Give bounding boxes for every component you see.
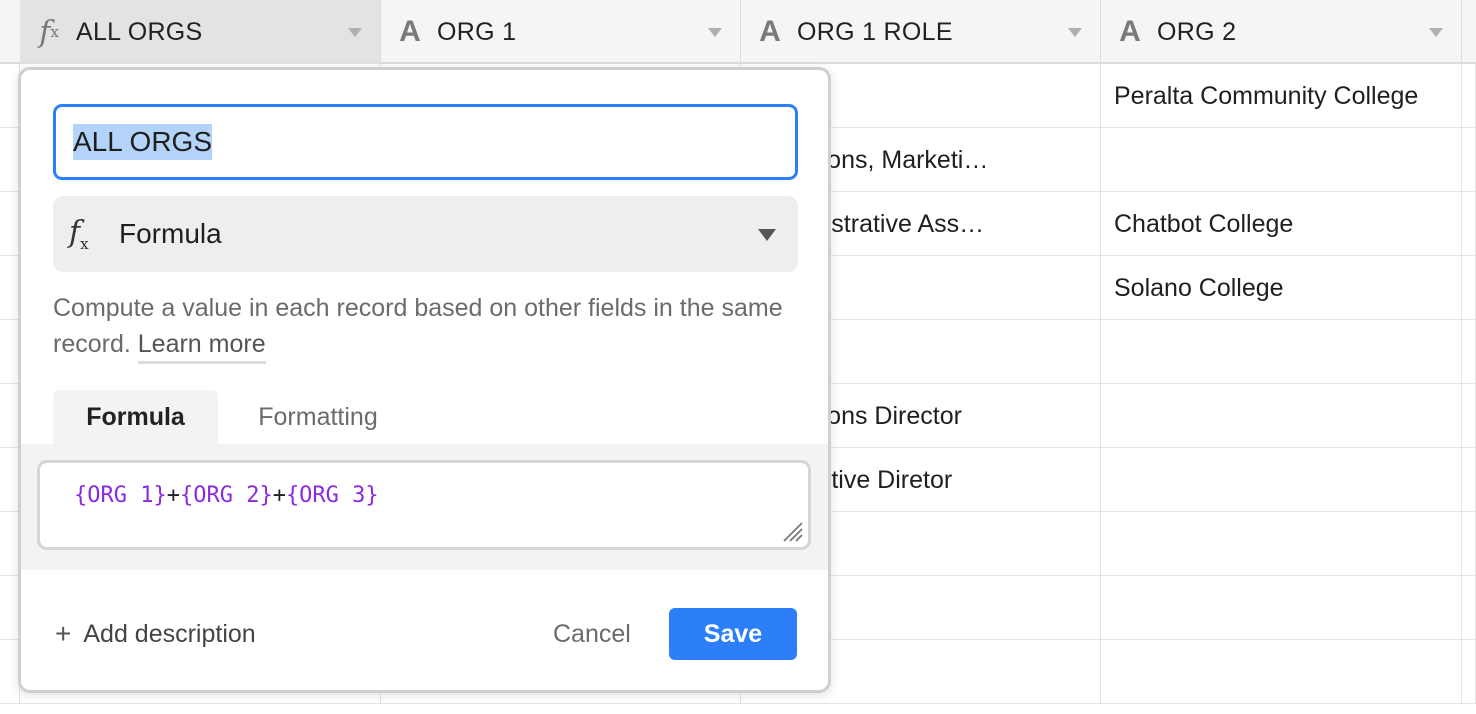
column-header-org-1[interactable]: A ORG 1 [381,0,741,64]
field-type-label: Formula [119,218,222,249]
grid-header-row: fx ALL ORGS A ORG 1 A ORG 1 ROLE A ORG 2 [0,0,1476,64]
save-button[interactable]: Save [669,608,797,660]
table-cell[interactable] [1462,128,1476,192]
formula-editor-panel: {ORG 1}+{ORG 2}+{ORG 3} [21,444,828,570]
column-header-label: ORG 1 [437,17,517,46]
airtable-grid-view: fx ALL ORGS A ORG 1 A ORG 1 ROLE A ORG 2… [0,0,1476,714]
cell-text: Solano College [1114,273,1284,302]
column-header-label: ORG 2 [1157,17,1237,46]
table-cell[interactable] [1462,64,1476,128]
table-cell[interactable] [1101,320,1462,384]
table-cell[interactable]: Chatbot College [1101,192,1462,256]
table-cell[interactable] [1462,640,1476,704]
table-cell[interactable] [1101,128,1462,192]
table-cell[interactable]: Solano College [1101,256,1462,320]
add-description-label: Add description [83,619,256,648]
field-name-value: ALL ORGS [73,124,213,160]
column-header-label: ORG 1 ROLE [797,17,953,46]
cell-text: Peralta Community College [1114,81,1419,110]
column-header-org-2[interactable]: A ORG 2 [1101,0,1462,64]
table-cell[interactable] [0,192,20,256]
table-cell[interactable] [1101,576,1462,640]
column-header-org-1-role[interactable]: A ORG 1 ROLE [741,0,1101,64]
table-cell[interactable] [1462,384,1476,448]
table-cell[interactable] [1101,384,1462,448]
table-cell[interactable] [1462,320,1476,384]
table-cell[interactable] [1101,640,1462,704]
formula-field-token: {ORG 1} [74,483,167,508]
field-type-description: Compute a value in each record based on … [53,290,803,364]
column-header-label: ALL ORGS [76,17,203,46]
plus-icon: + [55,618,72,649]
table-cell[interactable] [0,128,20,192]
table-cell[interactable] [0,384,20,448]
cancel-button[interactable]: Cancel [553,620,631,649]
table-cell[interactable] [1101,512,1462,576]
chevron-down-icon[interactable] [1068,28,1082,37]
table-cell[interactable]: Peralta Community College [1101,64,1462,128]
resize-grip-icon[interactable] [780,519,804,543]
config-tabs: Formula Formatting [21,390,828,446]
formula-field-token: {ORG 3} [285,483,379,508]
chevron-down-icon [758,229,776,241]
column-header-all-orgs[interactable]: fx ALL ORGS [20,0,381,64]
table-cell[interactable] [0,64,20,128]
formula-icon: fx [69,215,89,253]
learn-more-link[interactable]: Learn more [137,330,266,364]
table-cell[interactable] [0,448,20,512]
table-cell[interactable] [1462,512,1476,576]
chevron-down-icon[interactable] [1429,28,1443,37]
chevron-down-icon[interactable] [708,28,722,37]
table-cell[interactable] [0,512,20,576]
field-config-popover: ALL ORGS fx Formula Compute a value in e… [18,67,831,693]
table-cell[interactable] [0,576,20,640]
field-name-input[interactable]: ALL ORGS [53,104,798,180]
tab-formula[interactable]: Formula [53,390,218,444]
text-field-icon: A [1119,15,1141,48]
table-cell[interactable] [0,640,20,704]
table-cell[interactable] [1462,256,1476,320]
formula-field-token: {ORG 2} [179,483,273,508]
text-field-icon: A [759,15,781,48]
tab-formatting[interactable]: Formatting [243,390,393,444]
table-cell[interactable] [1462,448,1476,512]
table-cell[interactable] [1462,192,1476,256]
formula-operator-token: + [166,483,180,508]
table-cell[interactable] [0,256,20,320]
formula-operator-token: + [272,483,286,508]
table-cell[interactable] [0,320,20,384]
table-cell[interactable] [1101,448,1462,512]
add-description-button[interactable]: + Add description [55,618,256,650]
cell-text: Chatbot College [1114,209,1294,238]
formula-editor[interactable]: {ORG 1}+{ORG 2}+{ORG 3} [37,460,811,550]
text-field-icon: A [399,15,421,48]
popover-footer: + Add description Cancel Save [21,590,828,680]
formula-icon: fx [39,14,59,50]
field-type-select[interactable]: fx Formula [53,196,798,272]
formula-text: {ORG 1}+{ORG 2}+{ORG 3} [74,483,379,508]
table-cell[interactable] [1462,576,1476,640]
chevron-down-icon[interactable] [348,28,362,37]
